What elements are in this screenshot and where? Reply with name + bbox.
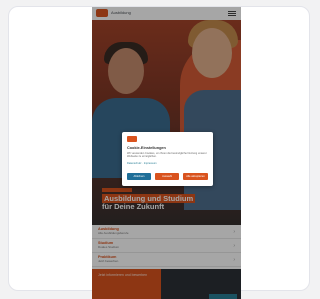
reject-button[interactable]: Ablehnen — [127, 173, 151, 180]
dialog-logo — [127, 136, 137, 142]
cookie-dialog: Cookie-Einstellungen Wir verwenden Cooki… — [122, 132, 213, 186]
dialog-links[interactable]: Datenschutz · Impressum — [127, 162, 157, 165]
mobile-page: Ausbildung Ausbildung und Studium für De… — [92, 7, 241, 299]
accept-all-button[interactable]: Alle akzeptieren — [183, 173, 208, 180]
dialog-title: Cookie-Einstellungen — [127, 146, 166, 150]
settings-button[interactable]: Auswahl — [155, 173, 179, 180]
dialog-text: Wir verwenden Cookies, um Ihnen die best… — [127, 152, 207, 159]
